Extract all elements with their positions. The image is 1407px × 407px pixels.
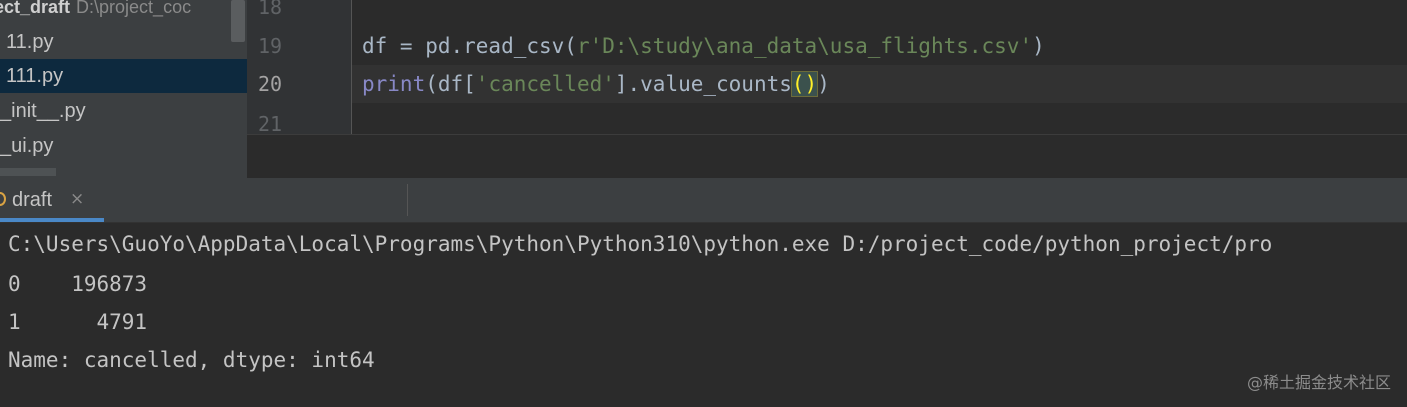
- tree-item-label: 11.py: [6, 31, 54, 53]
- project-tree-panel: ect_draft D:\project_coc 11.py 111.py _in…: [0, 0, 247, 178]
- code-text: (df[: [425, 72, 476, 96]
- code-string-literal: r'D:\study\ana_data\usa_flights.csv': [576, 34, 1033, 58]
- tree-item-111py[interactable]: 111.py: [0, 59, 247, 93]
- watermark-text: @稀土掘金技术社区: [1246, 373, 1391, 392]
- tree-vertical-scrollbar[interactable]: [231, 0, 245, 42]
- code-text: ): [1032, 34, 1045, 58]
- editor-bottom-strip: [247, 134, 1407, 179]
- run-tab-draft[interactable]: draft ×: [0, 178, 104, 222]
- tree-item-11py[interactable]: 11.py: [0, 25, 247, 59]
- tree-item-init-py[interactable]: _init__.py: [0, 94, 247, 128]
- project-name: ect_draft: [0, 0, 71, 17]
- code-text: df = pd.read_csv(: [362, 34, 577, 58]
- line-number: 19: [258, 34, 283, 58]
- console-line: C:\Users\GuoYo\AppData\Local\Programs\Py…: [8, 232, 1273, 256]
- active-tab-indicator: [0, 218, 104, 222]
- matched-paren-highlight: (): [790, 71, 819, 97]
- tree-item-ui-py[interactable]: _ui.py: [0, 129, 247, 163]
- code-line-20[interactable]: print(df['cancelled'].value_counts()): [362, 71, 830, 97]
- code-text: ): [817, 72, 830, 96]
- console-line: 1 4791: [8, 310, 148, 334]
- console-line: 0 196873: [8, 272, 148, 296]
- tree-item-label: _ui.py: [0, 135, 54, 157]
- project-path: D:\project_coc: [76, 0, 192, 17]
- code-builtin: print: [362, 72, 426, 96]
- code-string-literal: 'cancelled': [475, 72, 615, 96]
- line-number-current: 20: [258, 72, 283, 96]
- python-run-icon: [0, 192, 6, 206]
- tab-divider: [407, 184, 408, 216]
- close-icon[interactable]: ×: [70, 189, 84, 209]
- project-header[interactable]: ect_draft D:\project_coc: [0, 0, 191, 19]
- tree-item-label: 111.py: [6, 65, 64, 87]
- run-console[interactable]: C:\Users\GuoYo\AppData\Local\Programs\Py…: [0, 223, 1407, 407]
- run-tab-bar: draft ×: [0, 178, 1407, 223]
- code-text: ].value_counts: [614, 72, 792, 96]
- line-number: 18: [258, 0, 283, 19]
- console-line: Name: cancelled, dtype: int64: [8, 348, 375, 372]
- tree-horizontal-scrollbar[interactable]: [0, 168, 56, 176]
- code-line-19[interactable]: df = pd.read_csv(r'D:\study\ana_data\usa…: [362, 33, 1045, 59]
- tree-item-label: _init__.py: [0, 100, 86, 122]
- run-tab-label: draft: [12, 189, 53, 211]
